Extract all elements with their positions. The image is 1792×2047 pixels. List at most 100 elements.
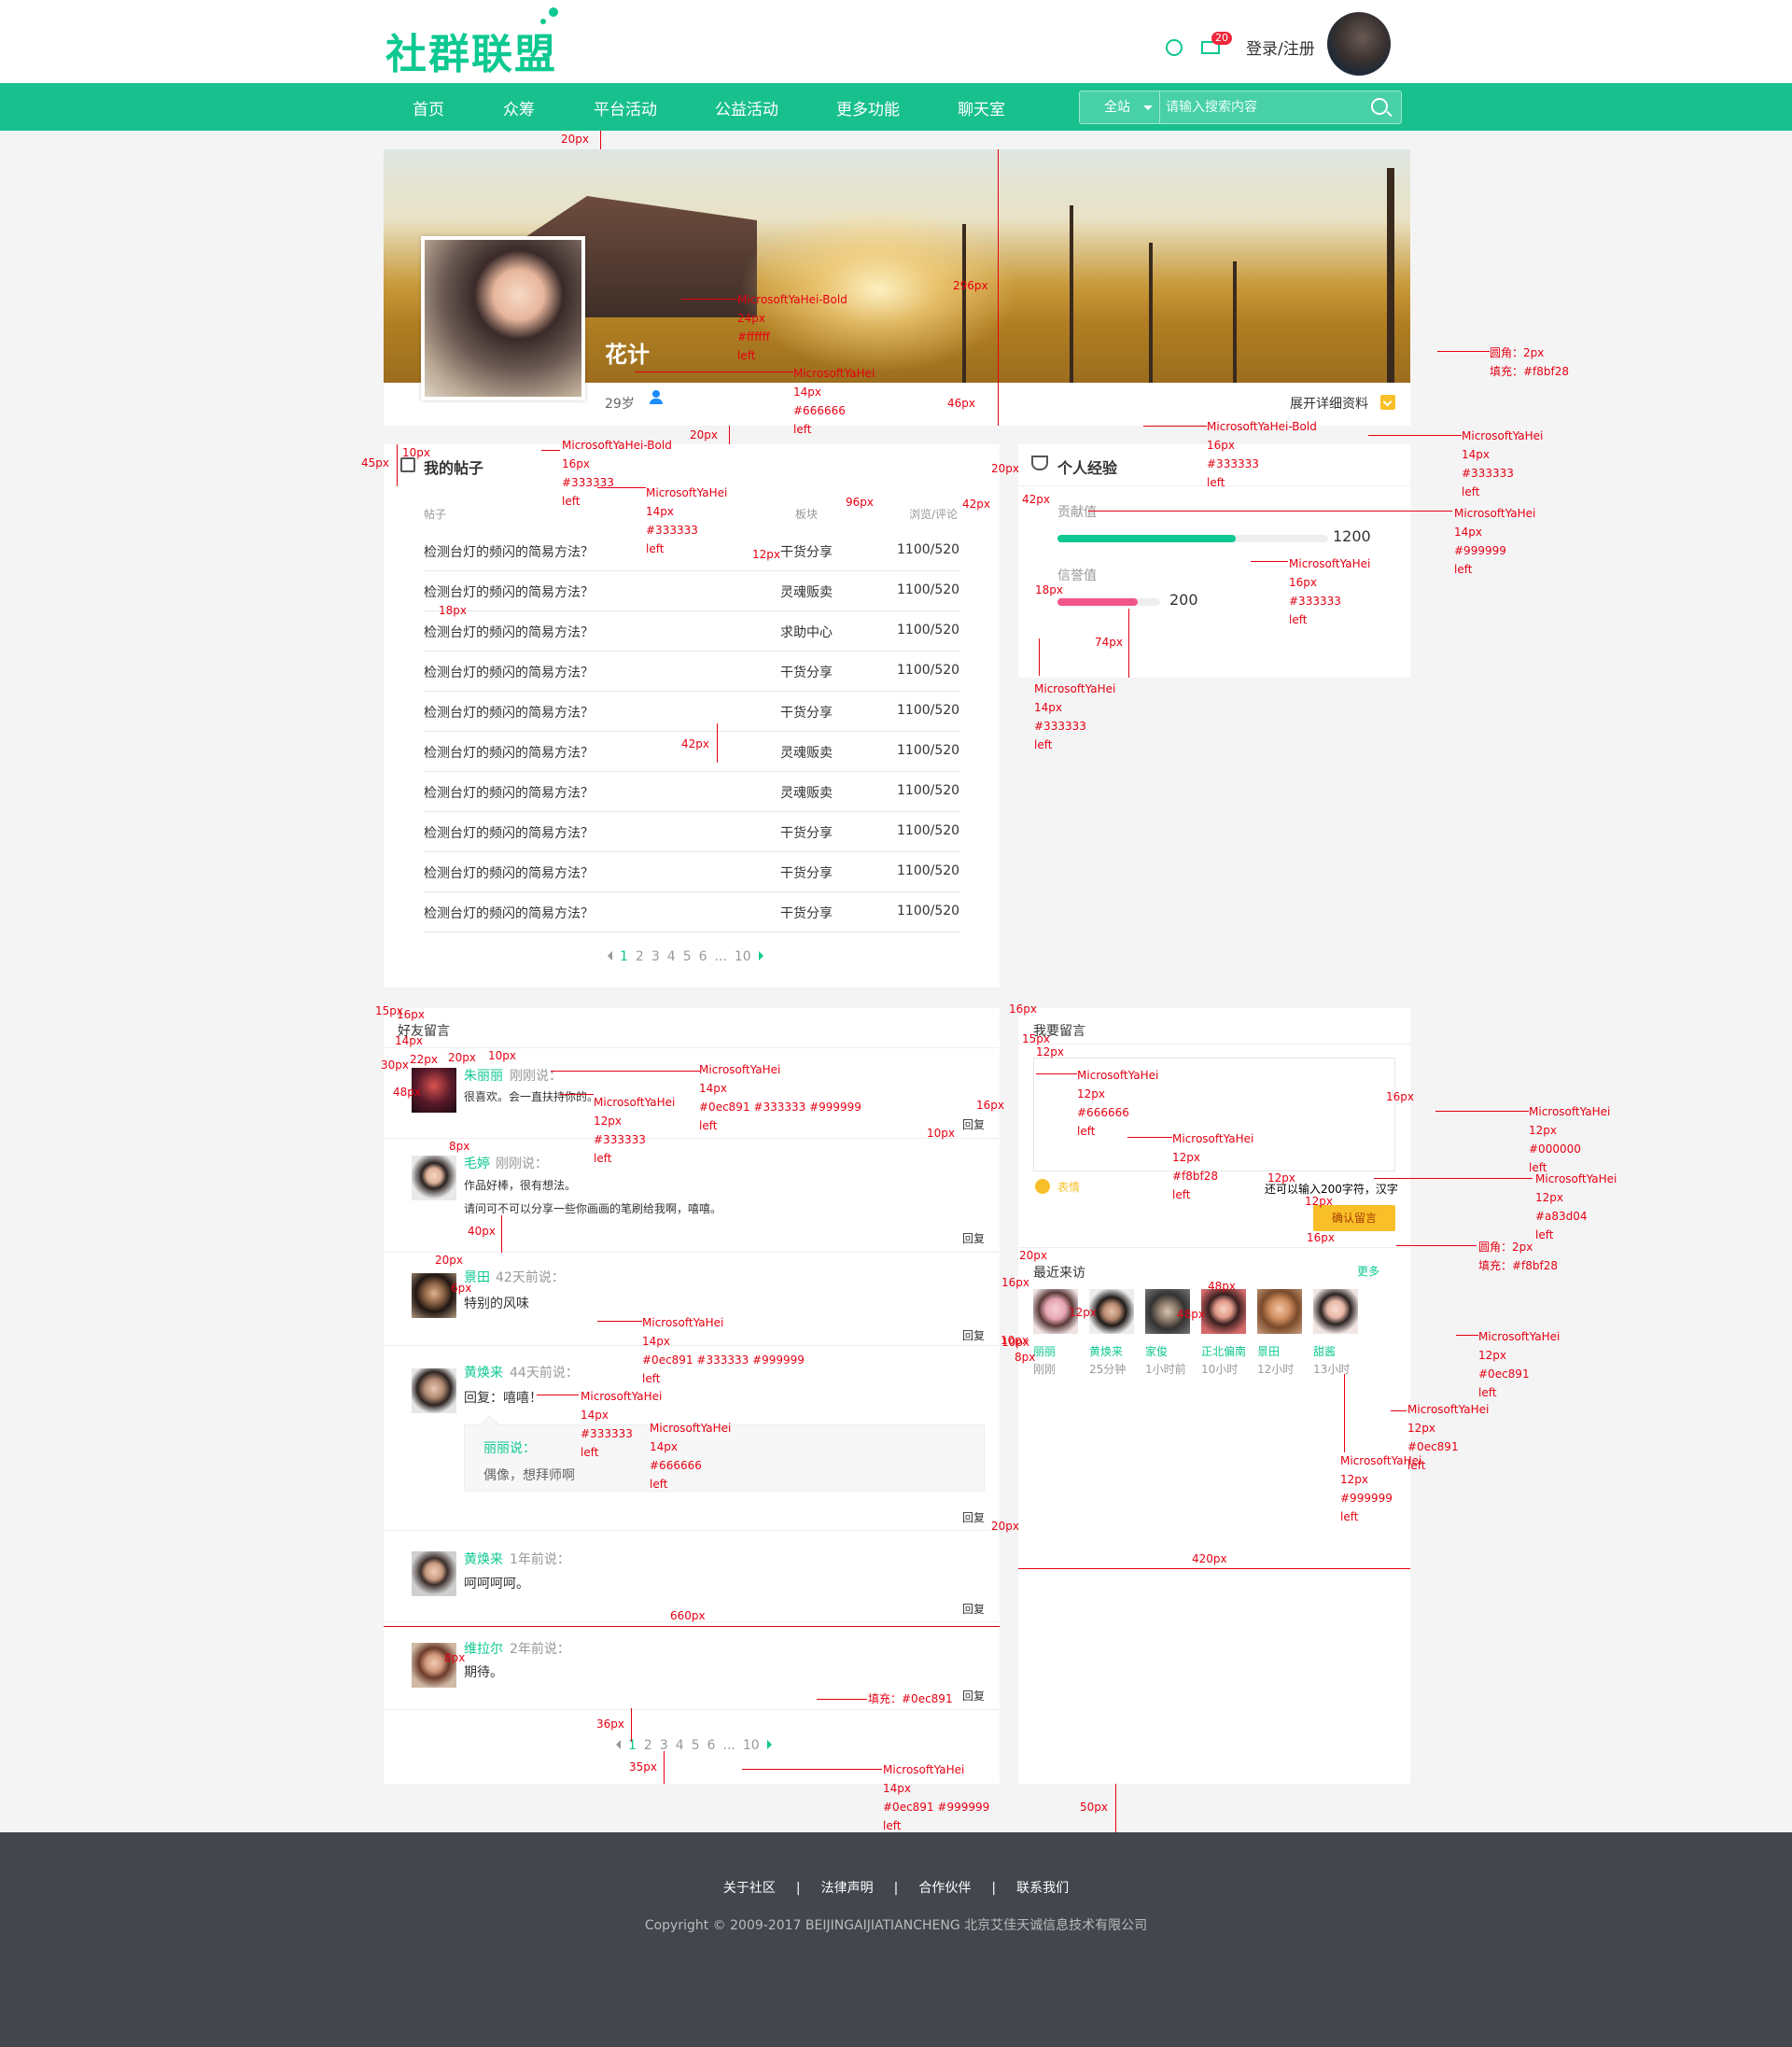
post-board[interactable]: 干货分享: [780, 703, 833, 722]
more-visitors-link[interactable]: 更多: [1357, 1263, 1379, 1279]
next-page-icon[interactable]: [758, 951, 763, 960]
post-title[interactable]: 检测台灯的频闪的简易方法？: [424, 582, 594, 601]
post-title[interactable]: 检测台灯的频闪的简易方法？: [424, 823, 594, 842]
post-title[interactable]: 检测台灯的频闪的简易方法？: [424, 904, 594, 922]
post-board[interactable]: 灵魂贩卖: [780, 743, 833, 762]
page-4[interactable]: 4: [676, 1738, 684, 1753]
page-10[interactable]: 10: [735, 949, 751, 964]
reply-button[interactable]: 回复: [962, 1601, 985, 1617]
spec-line: [600, 131, 601, 149]
search-scope-select[interactable]: 全站: [1080, 91, 1160, 123]
nav-charity[interactable]: 公益活动: [715, 96, 778, 119]
message-avatar[interactable]: [412, 1156, 456, 1200]
table-row[interactable]: 检测台灯的频闪的简易方法？ 灵魂贩卖 1100/520: [424, 571, 960, 611]
footer-legal[interactable]: 法律声明: [821, 1881, 874, 1896]
visitor-item[interactable]: 家俊 1小时前: [1145, 1289, 1190, 1377]
visitor-item[interactable]: 甜酱 13小时: [1313, 1289, 1358, 1377]
table-row[interactable]: 检测台灯的频闪的简易方法？ 灵魂贩卖 1100/520: [424, 772, 960, 812]
post-board[interactable]: 干货分享: [780, 823, 833, 842]
page-1[interactable]: 1: [620, 949, 628, 964]
visitor-name[interactable]: 家俊: [1145, 1343, 1190, 1359]
table-row[interactable]: 检测台灯的频闪的简易方法？ 干货分享 1100/520: [424, 892, 960, 932]
message-author[interactable]: 朱丽丽: [464, 1066, 503, 1085]
nav-home[interactable]: 首页: [413, 96, 444, 119]
avatar[interactable]: [1327, 12, 1391, 76]
reply-button[interactable]: 回复: [962, 1327, 985, 1343]
page-1[interactable]: 1: [628, 1738, 637, 1753]
table-row[interactable]: 检测台灯的频闪的简易方法？ 干货分享 1100/520: [424, 652, 960, 692]
nav-more[interactable]: 更多功能: [836, 96, 900, 119]
post-title[interactable]: 检测台灯的频闪的简易方法？: [424, 623, 594, 641]
reply-button[interactable]: 回复: [962, 1509, 985, 1525]
page-10[interactable]: 10: [743, 1738, 760, 1753]
message-avatar[interactable]: [412, 1551, 456, 1596]
message-author[interactable]: 维拉尔: [464, 1639, 503, 1658]
post-board[interactable]: 干货分享: [780, 663, 833, 681]
page-6[interactable]: 6: [699, 949, 707, 964]
visitor-avatar[interactable]: [1201, 1289, 1246, 1334]
post-board[interactable]: 干货分享: [780, 863, 833, 882]
visitor-item[interactable]: 正北偏南 10小时: [1201, 1289, 1246, 1377]
message-avatar[interactable]: [412, 1368, 456, 1413]
emoji-icon[interactable]: [1035, 1179, 1050, 1194]
post-title[interactable]: 检测台灯的频闪的简易方法？: [424, 703, 594, 722]
search-icon[interactable]: [1371, 98, 1388, 115]
spec-label: MicrosoftYaHei: [1535, 1172, 1617, 1185]
page-5[interactable]: 5: [683, 949, 692, 964]
table-row[interactable]: 检测台灯的频闪的简易方法？ 干货分享 1100/520: [424, 852, 960, 892]
messages-pager: 1 2 3 4 5 6... 10: [612, 1738, 776, 1753]
visitor-name[interactable]: 正北偏南: [1201, 1343, 1246, 1359]
page-5[interactable]: 5: [692, 1738, 700, 1753]
login-register-link[interactable]: 登录/注册: [1246, 35, 1315, 59]
post-board[interactable]: 干货分享: [780, 904, 833, 922]
page-2[interactable]: 2: [636, 949, 644, 964]
nav-platform-activity[interactable]: 平台活动: [594, 96, 657, 119]
post-title[interactable]: 检测台灯的频闪的简易方法？: [424, 663, 594, 681]
post-title[interactable]: 检测台灯的频闪的简易方法？: [424, 743, 594, 762]
post-title[interactable]: 检测台灯的频闪的简易方法？: [424, 783, 594, 802]
visitor-name[interactable]: 景田: [1257, 1343, 1302, 1359]
spec-label: 420px: [1192, 1552, 1227, 1565]
visitor-name[interactable]: 黄焕来: [1089, 1343, 1134, 1359]
gear-icon[interactable]: [1166, 39, 1183, 56]
post-board[interactable]: 灵魂贩卖: [780, 783, 833, 802]
quote-author[interactable]: 丽丽说：: [483, 1438, 536, 1457]
expand-details-link[interactable]: 展开详细资料: [1290, 394, 1368, 413]
post-board[interactable]: 求助中心: [780, 623, 833, 641]
visitor-avatar[interactable]: [1313, 1289, 1358, 1334]
nav-crowdfunding[interactable]: 众筹: [503, 96, 535, 119]
post-title[interactable]: 检测台灯的频闪的简易方法？: [424, 542, 594, 561]
expand-icon[interactable]: [1380, 395, 1395, 410]
table-row[interactable]: 检测台灯的频闪的简易方法？ 求助中心 1100/520: [424, 611, 960, 652]
page-6[interactable]: 6: [707, 1738, 716, 1753]
page-3[interactable]: 3: [651, 949, 660, 964]
footer-about[interactable]: 关于社区: [723, 1881, 776, 1896]
message-author[interactable]: 黄焕来: [464, 1363, 503, 1381]
message-avatar[interactable]: [412, 1273, 456, 1318]
next-page-icon[interactable]: [766, 1740, 772, 1749]
reply-button[interactable]: 回复: [962, 1688, 985, 1703]
footer-contact[interactable]: 联系我们: [1016, 1881, 1069, 1896]
nav-chatroom[interactable]: 聊天室: [958, 96, 1005, 119]
message-author[interactable]: 毛婷: [464, 1154, 490, 1172]
page-2[interactable]: 2: [644, 1738, 652, 1753]
page-4[interactable]: 4: [667, 949, 676, 964]
emoji-label[interactable]: 表情: [1057, 1179, 1080, 1195]
footer-partners[interactable]: 合作伙伴: [918, 1881, 971, 1896]
message-author[interactable]: 黄焕来: [464, 1549, 503, 1568]
post-board[interactable]: 干货分享: [780, 542, 833, 561]
table-row[interactable]: 检测台灯的频闪的简易方法？ 干货分享 1100/520: [424, 692, 960, 732]
prev-page-icon[interactable]: [608, 951, 612, 960]
prev-page-icon[interactable]: [616, 1740, 621, 1749]
search-input[interactable]: [1166, 95, 1362, 119]
visitor-name[interactable]: 甜酱: [1313, 1343, 1358, 1359]
table-row[interactable]: 检测台灯的频闪的简易方法？ 干货分享 1100/520: [424, 812, 960, 852]
visitor-item[interactable]: 景田 12小时: [1257, 1289, 1302, 1377]
reply-button[interactable]: 回复: [962, 1116, 985, 1132]
visitor-name[interactable]: 丽丽: [1033, 1343, 1078, 1359]
post-board[interactable]: 灵魂贩卖: [780, 582, 833, 601]
visitor-avatar[interactable]: [1257, 1289, 1302, 1334]
post-title[interactable]: 检测台灯的频闪的简易方法？: [424, 863, 594, 882]
reply-button[interactable]: 回复: [962, 1230, 985, 1246]
site-logo[interactable]: 社群联盟: [385, 7, 558, 80]
